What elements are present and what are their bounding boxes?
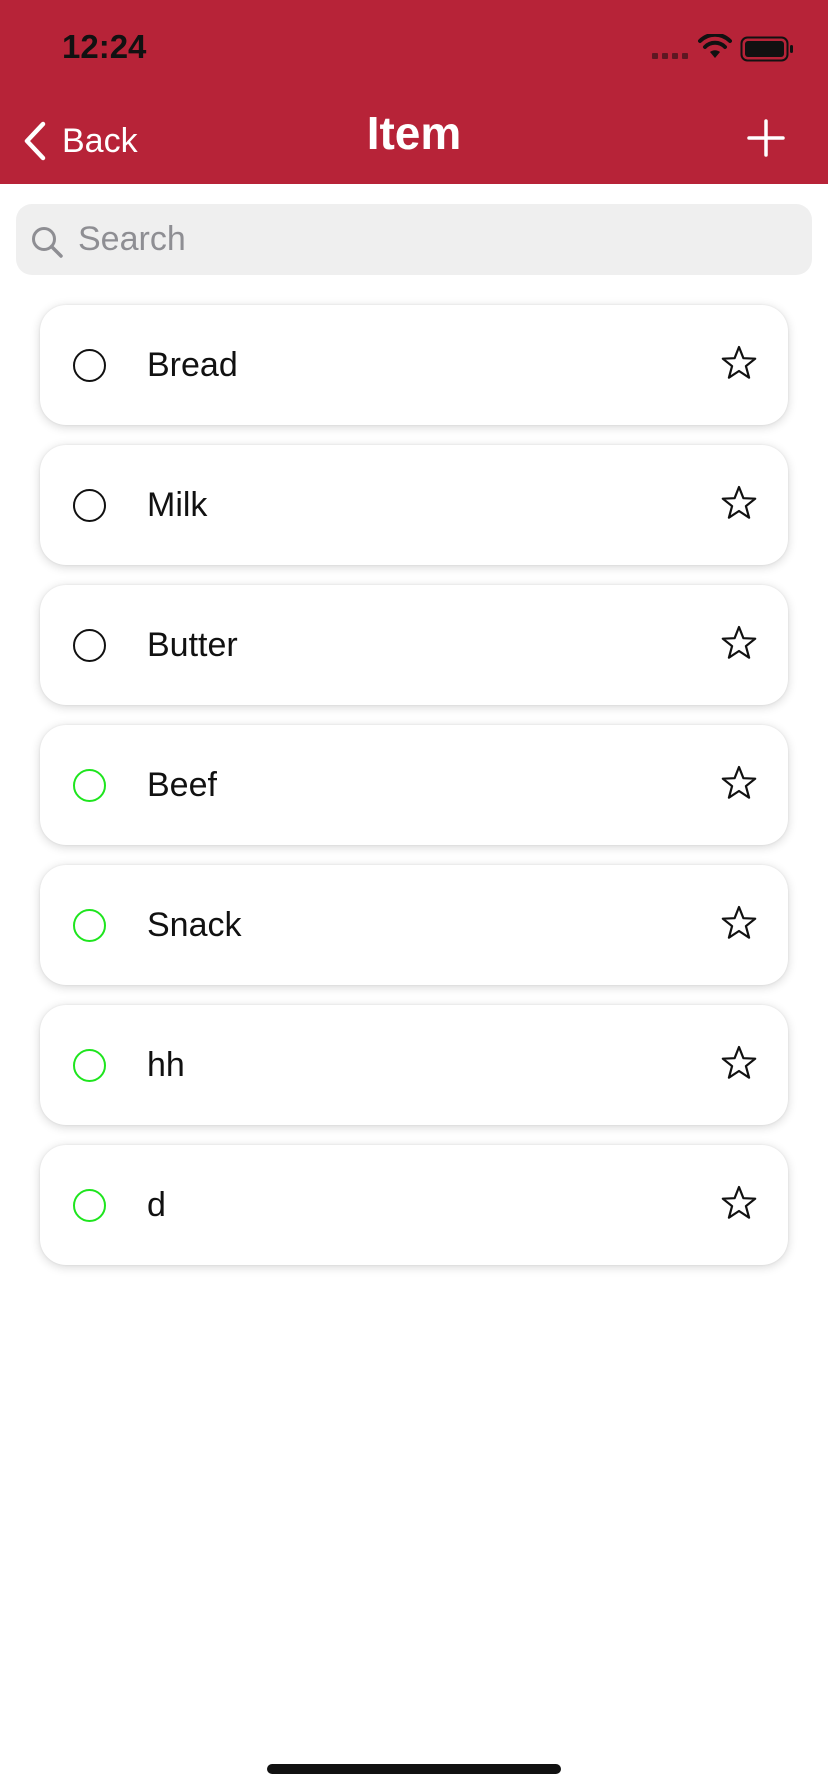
list-item[interactable]: d <box>40 1145 788 1265</box>
star-icon[interactable] <box>719 1044 759 1084</box>
star-icon[interactable] <box>719 904 759 944</box>
checkbox-circle-icon[interactable] <box>73 1189 106 1222</box>
search-icon <box>32 226 63 258</box>
item-list: Bread Milk Butter Beef Snack hh d <box>40 305 788 1285</box>
battery-icon <box>740 36 793 62</box>
item-label: Bread <box>147 346 238 384</box>
star-icon[interactable] <box>719 624 759 664</box>
home-indicator[interactable] <box>267 1764 561 1774</box>
star-icon[interactable] <box>719 484 759 524</box>
item-label: Milk <box>147 486 208 524</box>
checkbox-circle-icon[interactable] <box>73 349 106 382</box>
list-item[interactable]: hh <box>40 1005 788 1125</box>
item-label: Beef <box>147 766 217 804</box>
checkbox-circle-icon[interactable] <box>73 1049 106 1082</box>
star-icon[interactable] <box>719 344 759 384</box>
nav-bar: 12:24 Back Item <box>0 0 828 184</box>
list-item[interactable]: Bread <box>40 305 788 425</box>
checkbox-circle-icon[interactable] <box>73 489 106 522</box>
list-item[interactable]: Butter <box>40 585 788 705</box>
checkbox-circle-icon[interactable] <box>73 769 106 802</box>
item-label: Snack <box>147 906 242 944</box>
page-title: Item <box>366 107 462 159</box>
signal-icon <box>652 53 688 59</box>
status-time: 12:24 <box>62 28 147 65</box>
item-label: d <box>147 1186 166 1224</box>
plus-icon[interactable] <box>746 118 786 158</box>
item-label: Butter <box>147 626 238 664</box>
star-icon[interactable] <box>719 764 759 804</box>
list-item[interactable]: Milk <box>40 445 788 565</box>
star-icon[interactable] <box>719 1184 759 1224</box>
item-label: hh <box>147 1046 185 1084</box>
search-input[interactable] <box>76 219 780 260</box>
checkbox-circle-icon[interactable] <box>73 629 106 662</box>
search-bar[interactable] <box>16 204 812 275</box>
wifi-icon <box>698 34 732 58</box>
list-item[interactable]: Beef <box>40 725 788 845</box>
checkbox-circle-icon[interactable] <box>73 909 106 942</box>
list-item[interactable]: Snack <box>40 865 788 985</box>
